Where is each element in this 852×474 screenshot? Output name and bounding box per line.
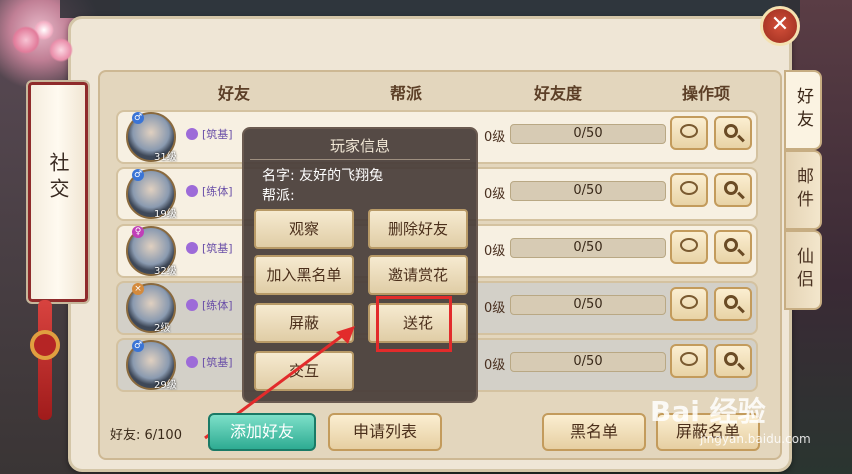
realm-tag: [筑基] bbox=[186, 354, 233, 370]
column-header-affinity: 好友度 bbox=[534, 84, 583, 103]
realm-tag: [练体] bbox=[186, 183, 233, 199]
blacklist-tab-button[interactable]: 黑名单 bbox=[542, 413, 646, 451]
watermark-url: jingyan.baidu.com bbox=[700, 432, 811, 446]
level-label: 32级 bbox=[154, 266, 177, 277]
column-header-guild: 帮派 bbox=[390, 84, 423, 103]
affinity-progress: 0/50 bbox=[573, 297, 603, 312]
delete-friend-button[interactable]: 删除好友 bbox=[368, 209, 468, 249]
affinity-progress: 0/50 bbox=[573, 240, 603, 255]
chat-icon bbox=[680, 238, 698, 252]
offline-icon: × bbox=[132, 283, 144, 295]
view-button[interactable] bbox=[714, 287, 752, 321]
male-icon: ♂ bbox=[132, 169, 144, 181]
chat-button[interactable] bbox=[670, 116, 708, 150]
tab-mail[interactable]: 邮件 bbox=[784, 150, 822, 230]
gem-icon bbox=[186, 128, 198, 140]
avatar[interactable]: ♂ 31级 bbox=[126, 112, 177, 163]
avatar[interactable]: × 2级 bbox=[126, 283, 176, 334]
view-button[interactable] bbox=[714, 344, 752, 378]
affinity-level: 0级 bbox=[484, 358, 506, 373]
chat-button[interactable] bbox=[670, 230, 708, 264]
view-button[interactable] bbox=[714, 173, 752, 207]
chat-button[interactable] bbox=[670, 287, 708, 321]
avatar[interactable]: ♂ 29级 bbox=[126, 340, 177, 391]
level-label: 29级 bbox=[154, 380, 177, 391]
chat-icon bbox=[680, 352, 698, 366]
level-label: 31级 bbox=[154, 152, 177, 163]
affinity-level: 0级 bbox=[484, 301, 506, 316]
female-icon: ♀ bbox=[132, 226, 144, 238]
search-icon bbox=[724, 352, 738, 366]
affinity-progress: 0/50 bbox=[573, 126, 603, 141]
column-header-friend: 好友 bbox=[218, 84, 251, 103]
block-button[interactable]: 屏蔽 bbox=[254, 303, 354, 343]
panel-title: 社交 bbox=[46, 152, 70, 204]
chat-icon bbox=[680, 295, 698, 309]
affinity-bar: 0/50 bbox=[510, 352, 666, 372]
chat-button[interactable] bbox=[670, 344, 708, 378]
affinity-level: 0级 bbox=[484, 244, 506, 259]
search-icon bbox=[724, 181, 738, 195]
avatar[interactable]: ♀ 32级 bbox=[126, 226, 177, 277]
level-label: 2级 bbox=[154, 323, 171, 334]
affinity-bar: 0/50 bbox=[510, 295, 666, 315]
level-label: 19级 bbox=[154, 209, 177, 220]
gem-icon bbox=[186, 299, 198, 311]
tab-friends[interactable]: 好友 bbox=[784, 70, 822, 150]
view-button[interactable] bbox=[714, 116, 752, 150]
affinity-bar: 0/50 bbox=[510, 124, 666, 144]
interact-button[interactable]: 交互 bbox=[254, 351, 354, 391]
gem-icon bbox=[186, 356, 198, 368]
affinity-progress: 0/50 bbox=[573, 183, 603, 198]
tab-partner[interactable]: 仙侣 bbox=[784, 230, 822, 310]
chat-icon bbox=[680, 181, 698, 195]
gem-icon bbox=[186, 185, 198, 197]
blossom-icon bbox=[6, 20, 86, 70]
player-guild: 帮派: bbox=[262, 188, 295, 204]
affinity-bar: 0/50 bbox=[510, 238, 666, 258]
knot-icon bbox=[30, 330, 60, 360]
male-icon: ♂ bbox=[132, 112, 144, 124]
player-info-popup: 玩家信息 名字: 友好的飞翔兔 帮派: 观察 删除好友 加入黑名单 邀请赏花 屏… bbox=[242, 127, 478, 403]
column-header-actions: 操作项 bbox=[682, 84, 731, 103]
blacklist-button[interactable]: 加入黑名单 bbox=[254, 255, 354, 295]
realm-tag: [筑基] bbox=[186, 126, 233, 142]
male-icon: ♂ bbox=[132, 340, 144, 352]
popup-title: 玩家信息 bbox=[329, 137, 390, 155]
affinity-level: 0级 bbox=[484, 187, 506, 202]
invite-flower-button[interactable]: 邀请赏花 bbox=[368, 255, 468, 295]
chat-button[interactable] bbox=[670, 173, 708, 207]
add-friend-button[interactable]: 添加好友 bbox=[208, 413, 316, 451]
view-button[interactable] bbox=[714, 230, 752, 264]
tassel-icon bbox=[38, 300, 52, 420]
observe-button[interactable]: 观察 bbox=[254, 209, 354, 249]
search-icon bbox=[724, 295, 738, 309]
search-icon bbox=[724, 238, 738, 252]
realm-tag: [筑基] bbox=[186, 240, 233, 256]
chat-icon bbox=[680, 124, 698, 138]
highlight-box bbox=[376, 296, 452, 352]
player-name: 名字: 友好的飞翔兔 bbox=[262, 168, 384, 184]
friend-count: 好友: 6/100 bbox=[110, 428, 182, 443]
close-button[interactable]: ✕ bbox=[760, 6, 800, 46]
search-icon bbox=[724, 124, 738, 138]
divider bbox=[250, 159, 470, 160]
affinity-bar: 0/50 bbox=[510, 181, 666, 201]
affinity-level: 0级 bbox=[484, 130, 506, 145]
request-list-button[interactable]: 申请列表 bbox=[328, 413, 442, 451]
realm-tag: [练体] bbox=[186, 297, 233, 313]
watermark-logo: Bai 经验 bbox=[650, 395, 766, 428]
side-scroll: 社交 bbox=[26, 80, 90, 304]
gem-icon bbox=[186, 242, 198, 254]
avatar[interactable]: ♂ 19级 bbox=[126, 169, 177, 220]
affinity-progress: 0/50 bbox=[573, 354, 603, 369]
